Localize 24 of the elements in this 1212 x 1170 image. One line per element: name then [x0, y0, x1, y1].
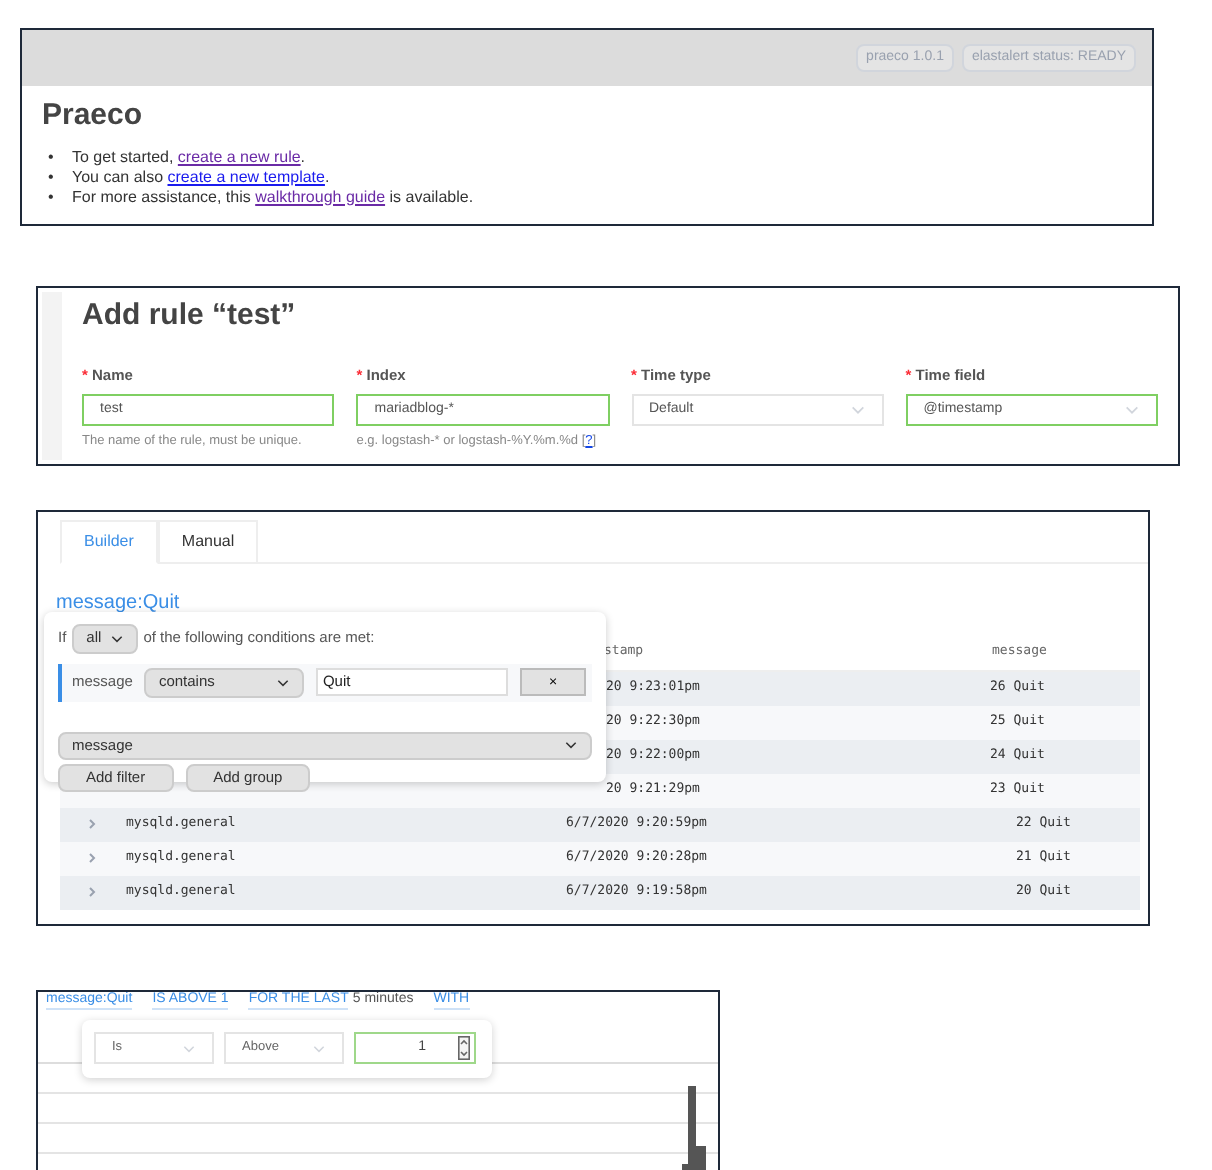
chevron-down-icon [564, 738, 578, 752]
chevron-down-icon [182, 1041, 196, 1055]
link[interactable]: create a new template [167, 167, 325, 185]
spinner-icon[interactable] [458, 1036, 470, 1060]
link[interactable]: create a new rule [177, 147, 301, 165]
chevron-down-icon [849, 402, 866, 419]
help-text: You can also create a new template. [72, 167, 330, 187]
chevron-right-icon[interactable] [86, 886, 98, 898]
chevron-down-icon [1124, 402, 1140, 419]
chevron-down-icon [312, 1041, 326, 1055]
form-title: Add rule “test” [82, 295, 298, 335]
chevron-right-icon[interactable] [86, 818, 98, 830]
chevron-down-icon [109, 631, 124, 645]
help-text: To get started, create a new rule. [72, 147, 306, 167]
bullet-marker: • [48, 187, 56, 207]
page-title: Praeco [40, 96, 145, 136]
help-text: For more assistance, this walkthrough guide is available. [72, 187, 474, 207]
chevron-right-icon[interactable] [86, 852, 98, 864]
tab[interactable]: Manual [157, 519, 259, 563]
bullet-marker: • [48, 147, 56, 167]
bullet-marker: • [48, 167, 56, 187]
chevron-down-icon [276, 675, 291, 689]
bar-chart-drawing [682, 1085, 706, 1169]
link[interactable]: walkthrough guide [255, 187, 386, 205]
